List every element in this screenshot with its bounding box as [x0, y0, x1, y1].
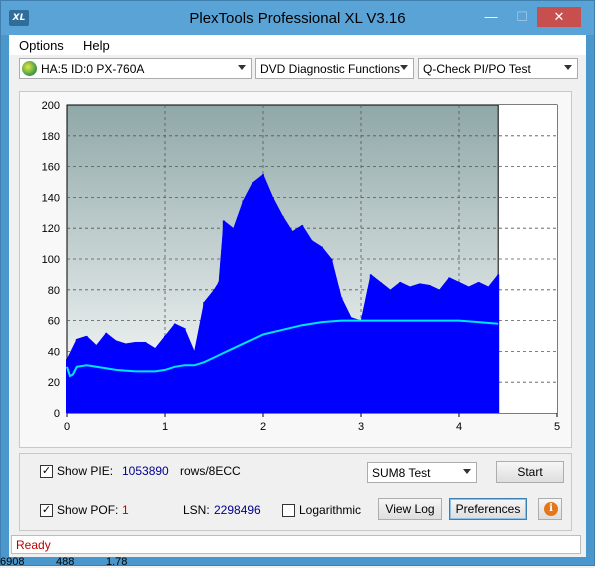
y-tick-label: 100: [42, 254, 60, 266]
sum-test-value: SUM8 Test: [372, 466, 431, 480]
drive-select-value: HA:5 ID:0 PX-760A: [41, 62, 145, 76]
chevron-down-icon: [238, 65, 246, 70]
x-tick-label: 1: [162, 421, 168, 433]
minimize-button[interactable]: —: [477, 7, 505, 27]
status-text: Ready: [16, 538, 51, 552]
info-button[interactable]: i: [538, 498, 562, 520]
preferences-button[interactable]: Preferences: [449, 498, 527, 520]
y-tick-label: 0: [54, 408, 60, 420]
pie-value: 1053890: [122, 464, 169, 478]
client-area: Options Help HA:5 ID:0 PX-760A DVD Diagn…: [9, 35, 586, 557]
chevron-down-icon: [564, 65, 572, 70]
y-tick-label: 200: [42, 100, 60, 112]
x-tick-label: 0: [64, 421, 70, 433]
lsn-label: LSN:: [183, 503, 210, 517]
y-tick-label: 140: [42, 192, 60, 204]
pie-units: rows/8ECC: [180, 464, 241, 478]
drive-select[interactable]: HA:5 ID:0 PX-760A: [19, 58, 252, 79]
drive-icon: [22, 61, 37, 76]
pi-po-chart: 0 20 40 60 80 100 120 140 160 180 200 0 1 2 3 4 5: [42, 100, 560, 433]
app-window: XL PlexTools Professional XL V3.16 — ☐ ✕…: [0, 0, 595, 566]
show-poe-checkbox[interactable]: ✓: [40, 504, 53, 517]
title-bar[interactable]: XL PlexTools Professional XL V3.16 — ☐ ✕: [1, 1, 594, 35]
x-tick-label: 4: [456, 421, 462, 433]
x-tick-label: 2: [260, 421, 266, 433]
x-tick-label: 5: [554, 421, 560, 433]
y-tick-label: 20: [48, 377, 60, 389]
y-tick-label: 180: [42, 131, 60, 143]
logarithmic-label: Logarithmic: [299, 503, 362, 517]
lsn-value: 2298496: [214, 503, 261, 517]
logarithmic-checkbox[interactable]: [282, 504, 295, 517]
chevron-down-icon: [463, 469, 471, 474]
show-pie-label: Show PIE:: [57, 464, 114, 478]
test-select[interactable]: Q-Check PI/PO Test: [418, 58, 578, 79]
test-select-value: Q-Check PI/PO Test: [423, 62, 531, 76]
y-tick-label: 120: [42, 223, 60, 235]
maximize-button[interactable]: ☐: [508, 7, 536, 27]
background-cell: 488: [56, 556, 75, 568]
y-tick-label: 40: [48, 346, 60, 358]
background-cell: 6908: [0, 556, 25, 568]
poe-value: 1: [122, 503, 129, 517]
function-select[interactable]: DVD Diagnostic Functions: [255, 58, 414, 79]
y-tick-label: 60: [48, 316, 60, 328]
menu-help-label: Help: [83, 38, 110, 53]
close-button[interactable]: ✕: [537, 7, 581, 27]
chart-panel: 0 20 40 60 80 100 120 140 160 180 200 0 1 2 3 4 5: [19, 91, 572, 448]
start-button[interactable]: Start: [496, 461, 564, 483]
sum-test-select[interactable]: SUM8 Test: [367, 462, 477, 483]
view-log-button[interactable]: View Log: [378, 498, 442, 520]
menu-options-label: Options: [19, 38, 64, 53]
menu-help[interactable]: Help: [83, 38, 110, 53]
function-select-value: DVD Diagnostic Functions: [260, 62, 401, 76]
background-cell: 1.78: [106, 556, 128, 568]
x-tick-label: 3: [358, 421, 364, 433]
menu-bar: Options Help: [9, 35, 586, 55]
show-pie-checkbox[interactable]: ✓: [40, 465, 53, 478]
y-tick-label: 80: [48, 285, 60, 297]
status-bar: Ready: [11, 535, 581, 554]
show-poe-label: Show POF:: [57, 503, 119, 517]
window-title: PlexTools Professional XL V3.16: [189, 10, 406, 27]
menu-options[interactable]: Options: [19, 38, 64, 53]
y-tick-label: 160: [42, 162, 60, 174]
chevron-down-icon: [400, 65, 408, 70]
controls-panel: ✓ Show PIE: 1053890 rows/8ECC SUM8 Test …: [19, 453, 572, 531]
info-icon: i: [544, 502, 558, 516]
